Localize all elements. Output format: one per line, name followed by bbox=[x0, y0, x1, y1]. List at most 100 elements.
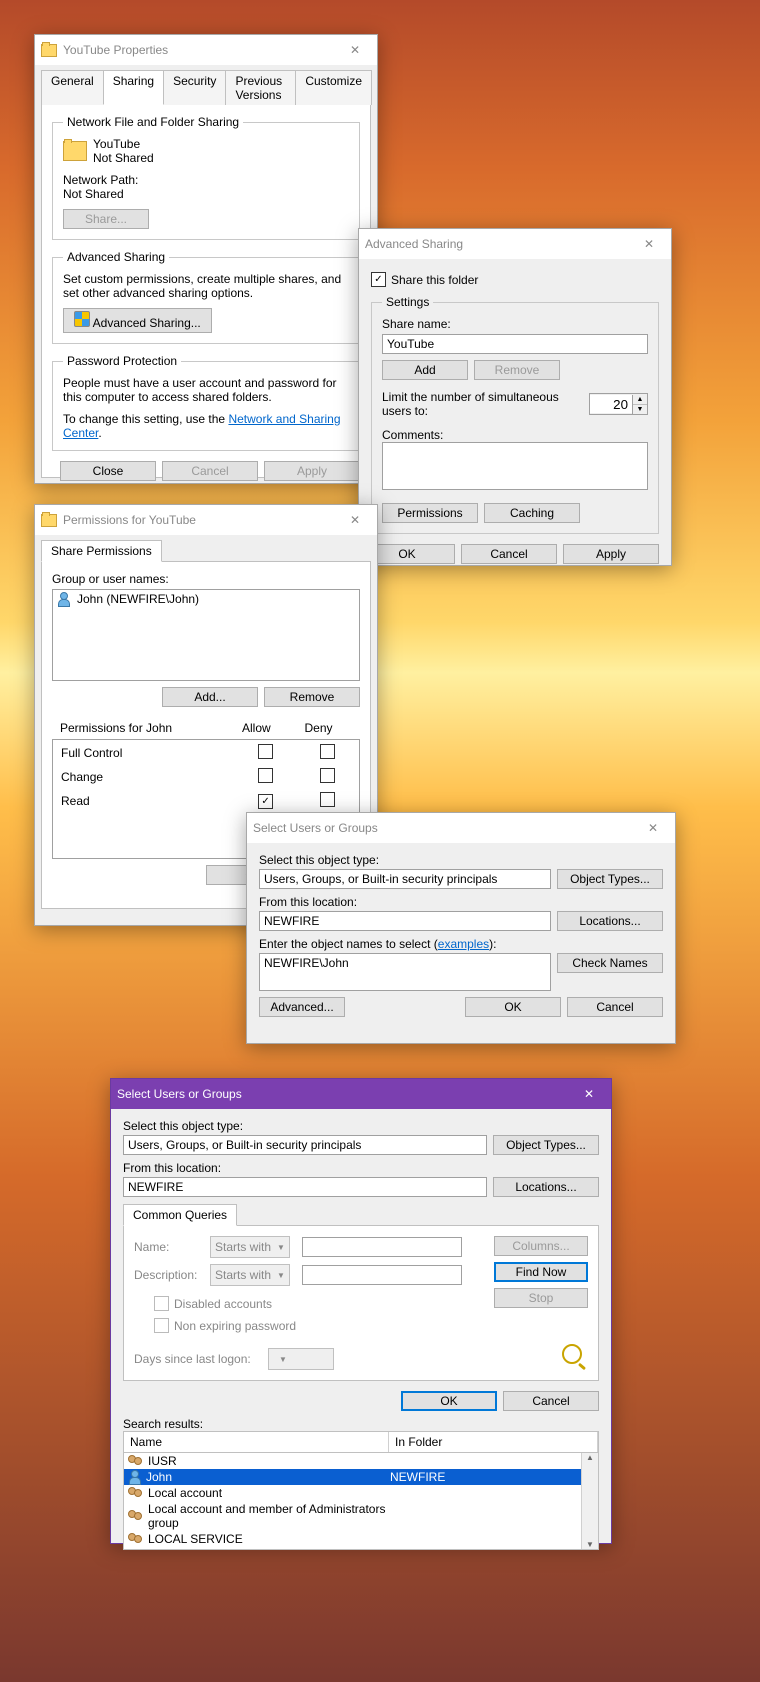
group-icon bbox=[128, 1454, 144, 1468]
window-title: Select Users or Groups bbox=[253, 821, 378, 835]
object-types-button[interactable]: Object Types... bbox=[557, 869, 663, 889]
share-name-input[interactable] bbox=[382, 334, 648, 354]
remove-button[interactable]: Remove bbox=[474, 360, 560, 380]
network-path-label: Network Path: bbox=[63, 173, 349, 187]
allow-checkbox[interactable]: ✓ bbox=[258, 794, 273, 809]
group-icon bbox=[128, 1486, 144, 1500]
close-icon[interactable]: ✕ bbox=[573, 1084, 605, 1104]
share-button[interactable]: Share... bbox=[63, 209, 149, 229]
apply-button[interactable]: Apply bbox=[563, 544, 659, 564]
apply-button[interactable]: Apply bbox=[264, 461, 360, 481]
tab-security[interactable]: Security bbox=[163, 70, 226, 105]
cancel-button[interactable]: Cancel bbox=[567, 997, 663, 1017]
advanced-button[interactable]: Advanced... bbox=[259, 997, 345, 1017]
magnifier-icon bbox=[560, 1342, 588, 1370]
tab-share-permissions[interactable]: Share Permissions bbox=[41, 540, 162, 562]
limit-label: Limit the number of simultaneous users t… bbox=[382, 390, 583, 418]
permission-name: Change bbox=[55, 766, 234, 788]
titlebar[interactable]: YouTube Properties ✕ bbox=[35, 35, 377, 65]
comments-input[interactable] bbox=[382, 442, 648, 490]
cancel-button[interactable]: Cancel bbox=[162, 461, 258, 481]
tab-sharing[interactable]: Sharing bbox=[103, 70, 164, 105]
share-folder-checkbox[interactable]: ✓Share this folder bbox=[371, 272, 478, 287]
add-button[interactable]: Add bbox=[382, 360, 468, 380]
tab-common-queries[interactable]: Common Queries bbox=[123, 1204, 237, 1226]
object-type-input[interactable] bbox=[259, 869, 551, 889]
cancel-button[interactable]: Cancel bbox=[461, 544, 557, 564]
find-now-button[interactable]: Find Now bbox=[494, 1262, 588, 1282]
deny-checkbox[interactable] bbox=[320, 792, 335, 807]
window-title: Select Users or Groups bbox=[117, 1087, 242, 1101]
desc-value-input bbox=[302, 1265, 462, 1285]
scroll-up-icon: ▲ bbox=[586, 1453, 594, 1462]
close-icon[interactable]: ✕ bbox=[633, 234, 665, 254]
select-users-window: Select Users or Groups ✕ Select this obj… bbox=[246, 812, 676, 1044]
user-icon bbox=[128, 1470, 142, 1484]
caching-button[interactable]: Caching bbox=[484, 503, 580, 523]
advanced-sharing-button[interactable]: Advanced Sharing... bbox=[63, 308, 212, 333]
check-names-button[interactable]: Check Names bbox=[557, 953, 663, 973]
spin-up-icon[interactable]: ▲ bbox=[633, 395, 647, 405]
locations-button[interactable]: Locations... bbox=[493, 1177, 599, 1197]
description-label: Description: bbox=[134, 1268, 204, 1282]
ok-button[interactable]: OK bbox=[465, 997, 561, 1017]
deny-header: Deny bbox=[298, 719, 358, 737]
result-folder: NEWFIRE bbox=[390, 1470, 445, 1484]
location-input[interactable] bbox=[123, 1177, 487, 1197]
list-item[interactable]: John (NEWFIRE\John) bbox=[77, 592, 199, 606]
locations-button[interactable]: Locations... bbox=[557, 911, 663, 931]
tab-previous-versions[interactable]: Previous Versions bbox=[225, 70, 296, 105]
close-icon[interactable]: ✕ bbox=[339, 510, 371, 530]
permissions-button[interactable]: Permissions bbox=[382, 503, 478, 523]
allow-checkbox[interactable] bbox=[258, 744, 273, 759]
result-row[interactable]: IUSR bbox=[124, 1453, 598, 1469]
stop-button[interactable]: Stop bbox=[494, 1288, 588, 1308]
shield-icon bbox=[74, 311, 90, 327]
result-row[interactable]: JohnNEWFIRE bbox=[124, 1469, 598, 1485]
add-button[interactable]: Add... bbox=[162, 687, 258, 707]
tab-general[interactable]: General bbox=[41, 70, 104, 105]
comments-label: Comments: bbox=[382, 428, 648, 442]
days-since-logon-label: Days since last logon: bbox=[134, 1352, 262, 1366]
search-results-label: Search results: bbox=[123, 1417, 599, 1431]
deny-checkbox[interactable] bbox=[320, 768, 335, 783]
remove-button[interactable]: Remove bbox=[264, 687, 360, 707]
advanced-sharing-text: Set custom permissions, create multiple … bbox=[63, 272, 349, 300]
chevron-down-icon: ▼ bbox=[277, 1271, 285, 1280]
titlebar[interactable]: Permissions for YouTube ✕ bbox=[35, 505, 377, 535]
ok-button[interactable]: OK bbox=[401, 1391, 497, 1411]
object-type-input[interactable] bbox=[123, 1135, 487, 1155]
titlebar[interactable]: Advanced Sharing ✕ bbox=[359, 229, 671, 259]
close-button[interactable]: Close bbox=[60, 461, 156, 481]
titlebar[interactable]: Select Users or Groups ✕ bbox=[111, 1079, 611, 1109]
limit-spinner[interactable]: ▲▼ bbox=[589, 393, 648, 415]
titlebar[interactable]: Select Users or Groups ✕ bbox=[247, 813, 675, 843]
result-row[interactable]: Local account and member of Administrato… bbox=[124, 1501, 598, 1531]
deny-checkbox[interactable] bbox=[320, 744, 335, 759]
column-name[interactable]: Name bbox=[124, 1432, 389, 1452]
column-folder[interactable]: In Folder bbox=[389, 1432, 598, 1452]
permission-name: Full Control bbox=[55, 742, 234, 764]
close-icon[interactable]: ✕ bbox=[339, 40, 371, 60]
group-legend: Password Protection bbox=[63, 354, 181, 368]
tab-customize[interactable]: Customize bbox=[295, 70, 372, 105]
examples-link[interactable]: examples bbox=[438, 937, 489, 951]
object-names-input[interactable] bbox=[259, 953, 551, 991]
group-icon bbox=[128, 1532, 144, 1546]
close-icon[interactable]: ✕ bbox=[637, 818, 669, 838]
result-row[interactable]: LOCAL SERVICE bbox=[124, 1531, 598, 1547]
users-listbox[interactable]: John (NEWFIRE\John) bbox=[52, 589, 360, 681]
cancel-button[interactable]: Cancel bbox=[503, 1391, 599, 1411]
group-legend: Network File and Folder Sharing bbox=[63, 115, 243, 129]
scrollbar[interactable]: ▲▼ bbox=[581, 1453, 598, 1549]
results-list[interactable]: IUSRJohnNEWFIRELocal accountLocal accoun… bbox=[123, 1453, 599, 1550]
tabrow: General Sharing Security Previous Versio… bbox=[41, 69, 371, 105]
columns-button[interactable]: Columns... bbox=[494, 1236, 588, 1256]
result-row[interactable]: Local account bbox=[124, 1485, 598, 1501]
object-types-button[interactable]: Object Types... bbox=[493, 1135, 599, 1155]
location-input[interactable] bbox=[259, 911, 551, 931]
group-legend: Settings bbox=[382, 295, 433, 309]
object-type-label: Select this object type: bbox=[259, 853, 663, 867]
allow-checkbox[interactable] bbox=[258, 768, 273, 783]
spin-down-icon[interactable]: ▼ bbox=[633, 405, 647, 414]
